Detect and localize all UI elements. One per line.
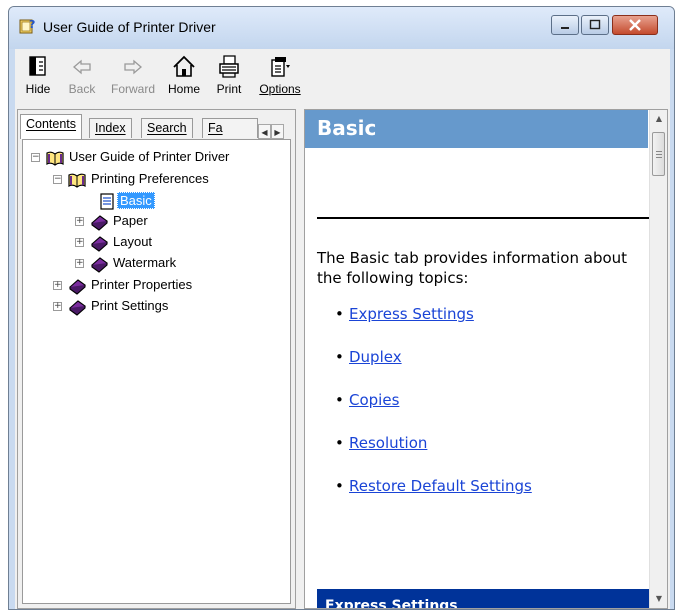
link-restore-default-settings[interactable]: Restore Default Settings <box>349 477 532 495</box>
topic-item: • Duplex <box>335 348 402 366</box>
topic-item: • Express Settings <box>335 305 474 323</box>
home-icon <box>173 55 195 77</box>
forward-button[interactable]: Forward <box>105 53 161 96</box>
navigation-pane: Contents Index Search Fa ◀ ▶ − User Guide… <box>17 109 296 609</box>
expand-icon[interactable]: + <box>75 259 84 268</box>
forward-label: Forward <box>110 82 155 96</box>
minimize-icon <box>561 27 569 29</box>
closed-book-icon <box>91 236 108 252</box>
bullet: • <box>335 348 344 366</box>
topic-item: • Restore Default Settings <box>335 477 532 495</box>
back-arrow-icon <box>73 59 91 75</box>
vertical-scrollbar[interactable]: ▲ ▼ <box>649 110 667 608</box>
home-label: Home <box>167 82 200 96</box>
help-window: ? User Guide of Printer Driver Hide Back… <box>8 6 675 610</box>
window-title: User Guide of Printer Driver <box>43 19 216 35</box>
open-book-icon <box>46 151 64 166</box>
link-copies[interactable]: Copies <box>349 391 399 409</box>
tree-label: Paper <box>113 213 148 228</box>
hide-label: Hide <box>25 82 51 96</box>
back-label: Back <box>68 82 96 96</box>
tree-label: User Guide of Printer Driver <box>69 149 230 164</box>
section-title: Express Settings <box>325 598 458 609</box>
client-area: Hide Back Forward Home Print Options Con… <box>15 49 670 609</box>
open-book-icon <box>68 173 86 188</box>
tree-label: Print Settings <box>91 298 169 313</box>
back-button[interactable]: Back <box>59 53 105 96</box>
maximize-icon <box>589 19 601 30</box>
page-icon <box>100 193 114 210</box>
expand-icon[interactable]: + <box>75 238 84 247</box>
tab-scroll-left-icon[interactable]: ◀ <box>258 124 271 139</box>
divider <box>317 217 655 219</box>
content-pane: Basic The Basic tab provides information… <box>304 109 668 609</box>
tree-label: Printer Properties <box>91 277 193 292</box>
closed-book-icon <box>91 215 108 231</box>
closed-book-icon <box>69 300 86 316</box>
pane-splitter[interactable] <box>299 109 303 609</box>
intro-text: The Basic tab provides information about… <box>317 249 628 287</box>
tree-label: Layout <box>113 234 153 249</box>
toolbar: Hide Back Forward Home Print Options <box>15 49 670 105</box>
tree-label: Printing Preferences <box>91 171 209 186</box>
closed-book-icon <box>69 279 86 295</box>
tab-contents[interactable]: Contents <box>20 114 83 139</box>
topic-header: Basic <box>305 110 648 148</box>
topic-item: • Resolution <box>335 434 427 452</box>
expand-icon[interactable]: + <box>75 217 84 226</box>
bullet: • <box>335 391 344 409</box>
forward-arrow-icon <box>124 59 142 75</box>
title-bar[interactable]: ? User Guide of Printer Driver <box>9 7 674 49</box>
tab-scroll-right-icon[interactable]: ▶ <box>271 124 284 139</box>
close-icon <box>629 19 641 31</box>
options-label: Options <box>259 82 301 96</box>
scroll-thumb[interactable] <box>652 132 665 176</box>
help-book-icon: ? <box>19 18 35 34</box>
expand-icon[interactable]: + <box>53 302 62 311</box>
closed-book-icon <box>91 257 108 273</box>
options-button[interactable]: Options <box>255 53 305 96</box>
scroll-down-icon[interactable]: ▼ <box>650 590 667 607</box>
tab-index[interactable]: Index <box>89 118 132 138</box>
topic-title: Basic <box>317 116 377 140</box>
scroll-up-icon[interactable]: ▲ <box>650 110 667 127</box>
bullet: • <box>335 434 344 452</box>
print-button[interactable]: Print <box>211 53 247 96</box>
svg-text:?: ? <box>29 18 35 31</box>
contents-tree: − User Guide of Printer Driver − Printin… <box>22 139 291 604</box>
topic-item: • Copies <box>335 391 399 409</box>
expand-icon[interactable]: + <box>53 281 62 290</box>
tab-search[interactable]: Search <box>141 118 193 138</box>
minimize-button[interactable] <box>551 15 579 35</box>
tree-label: Watermark <box>113 255 177 270</box>
tab-scroll-arrows: ◀ ▶ <box>258 120 288 139</box>
tab-favorites[interactable]: Fa <box>202 118 258 138</box>
printer-icon <box>219 55 239 78</box>
home-button[interactable]: Home <box>163 53 205 96</box>
hide-button[interactable]: Hide <box>21 53 55 96</box>
section-header: Express Settings <box>317 589 654 609</box>
bullet: • <box>335 305 344 323</box>
print-label: Print <box>216 82 242 96</box>
collapse-icon[interactable]: − <box>31 153 40 162</box>
link-express-settings[interactable]: Express Settings <box>349 305 474 323</box>
options-icon <box>271 57 290 77</box>
tree-label: Basic <box>117 192 155 209</box>
bullet: • <box>335 477 344 495</box>
link-duplex[interactable]: Duplex <box>349 348 402 366</box>
nav-tabs: Contents Index Search Fa ◀ ▶ <box>18 114 295 140</box>
maximize-button[interactable] <box>581 15 609 35</box>
close-button[interactable] <box>612 15 658 35</box>
collapse-icon[interactable]: − <box>53 175 62 184</box>
link-resolution[interactable]: Resolution <box>349 434 427 452</box>
hide-icon <box>29 56 46 76</box>
